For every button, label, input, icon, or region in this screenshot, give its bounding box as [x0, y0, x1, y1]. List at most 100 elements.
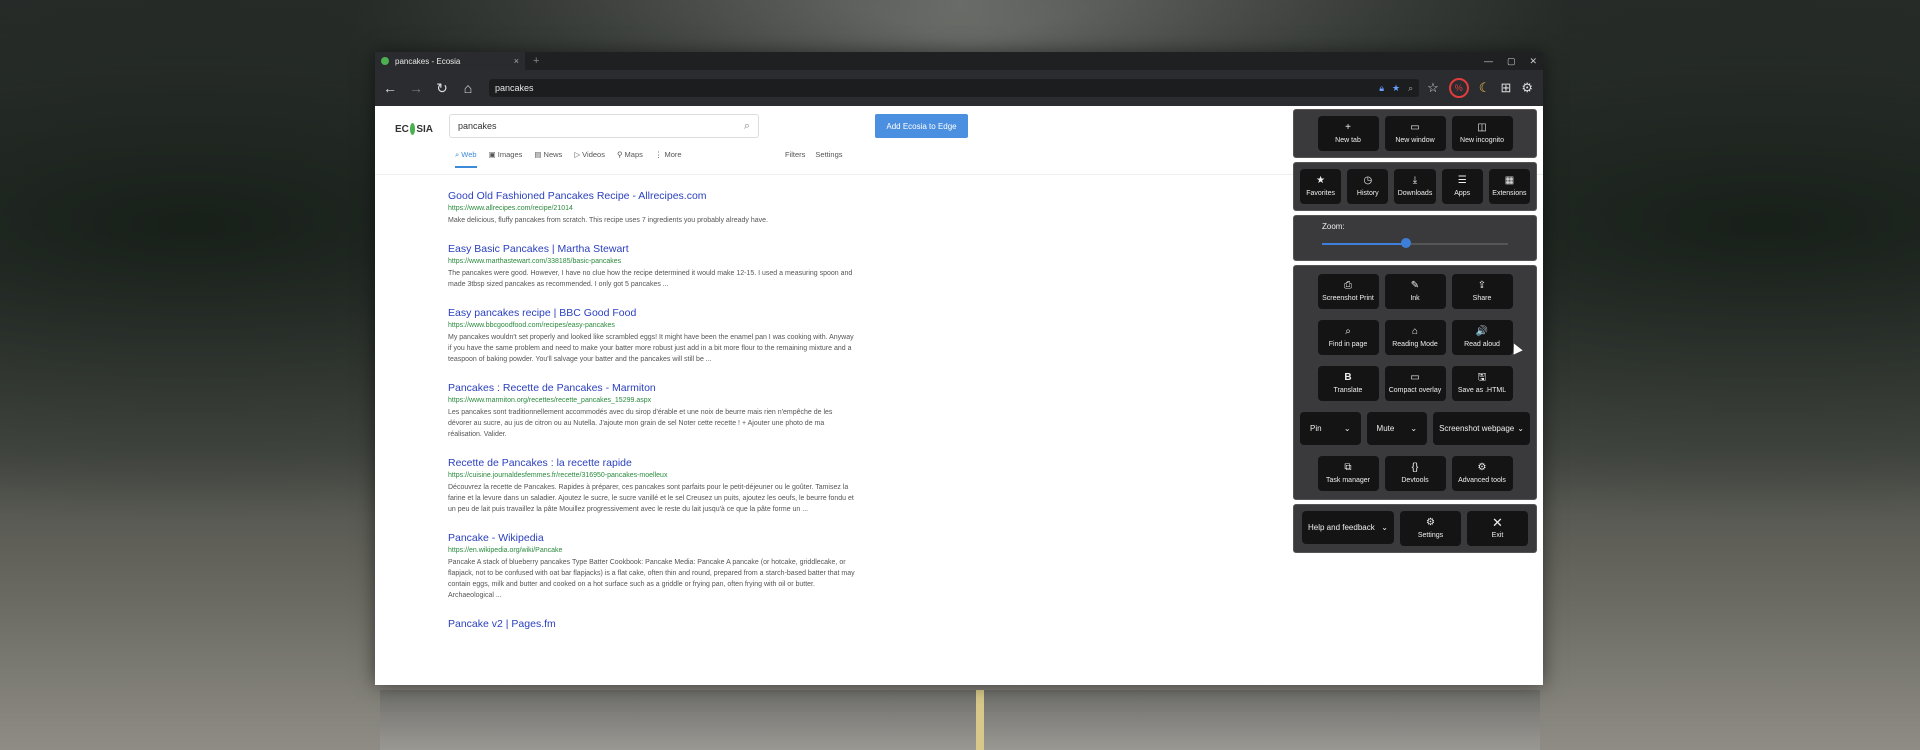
extensions-button[interactable]: ▦ Extensions — [1488, 169, 1531, 204]
menu-label: Find in page — [1328, 341, 1368, 348]
screenshot-webpage-dropdown[interactable]: Screenshot webpage ⌄ — [1433, 412, 1530, 445]
address-bar[interactable]: pancakes 🔒︎ ★ ⌕ — [489, 79, 1420, 97]
exit-button[interactable]: ✕ Exit — [1467, 511, 1528, 546]
share-icon: ⇪ — [1477, 280, 1487, 291]
menu-label: New tab — [1335, 137, 1361, 144]
menu-label: Translate — [1333, 387, 1363, 394]
magnifier-icon: ⌕ — [1345, 326, 1351, 337]
search-tabs: ⌕ Web ▣ Images ▤ News ▷ Videos ⚲ Maps ⋮ … — [455, 150, 682, 168]
close-window-button[interactable]: ✕ — [1529, 52, 1537, 70]
result-snippet: Pancake A stack of blueberry pancakes Ty… — [448, 559, 855, 599]
tab-close-icon[interactable]: × — [514, 56, 519, 66]
result-title[interactable]: Pancake v2 | Pages.fm — [448, 618, 856, 630]
result-title[interactable]: Good Old Fashioned Pancakes Recipe - All… — [448, 190, 856, 202]
tab-more[interactable]: ⋮ More — [655, 150, 682, 168]
printer-icon: ⎙ — [1344, 280, 1352, 291]
result-title[interactable]: Easy Basic Pancakes | Martha Stewart — [448, 243, 856, 255]
add-ecosia-button[interactable]: Add Ecosia to Edge — [875, 114, 968, 138]
tab-images[interactable]: ▣ Images — [489, 150, 523, 168]
home-icon[interactable]: ⌂ — [459, 80, 477, 96]
read-aloud-button[interactable]: 🔊 Read aloud — [1451, 320, 1513, 355]
minimize-button[interactable]: — — [1484, 52, 1493, 70]
chevron-down-icon: ⌄ — [1410, 424, 1418, 433]
menu-panel-zoom: Zoom: — [1293, 215, 1537, 261]
result-title[interactable]: Easy pancakes recipe | BBC Good Food — [448, 307, 856, 319]
favorite-star-icon[interactable]: ★ — [1392, 83, 1400, 94]
new-tab-button[interactable]: + — [533, 55, 539, 67]
zoom-knob[interactable] — [1400, 238, 1411, 248]
downloads-button[interactable]: ⤓ Downloads — [1394, 169, 1436, 204]
advanced-tools-button[interactable]: ⚙ Advanced tools — [1451, 456, 1513, 491]
speaker-icon: 🔊 — [1475, 326, 1489, 337]
new-window-button[interactable]: ▭ New window — [1384, 116, 1446, 151]
result-url[interactable]: https://www.marmiton.org/recettes/recett… — [448, 397, 856, 404]
tab-videos[interactable]: ▷ Videos — [574, 150, 605, 168]
search-icon[interactable]: ⌕ — [1408, 83, 1413, 94]
find-in-page-button[interactable]: ⌕ Find in page — [1317, 320, 1379, 355]
lock-icon[interactable]: 🔒︎ — [1379, 83, 1384, 94]
screenshot-print-button[interactable]: ⎙ Screenshot Print — [1317, 274, 1379, 309]
back-icon[interactable]: ← — [381, 80, 399, 96]
refresh-icon[interactable]: ↻ — [433, 80, 451, 97]
result-snippet: Make delicious, fluffy pancakes from scr… — [448, 217, 768, 224]
favorites-button[interactable]: ★ Favorites — [1300, 169, 1342, 204]
task-manager-button[interactable]: ⧉ Task manager — [1317, 456, 1379, 491]
search-input[interactable]: pancakes ⌕ — [449, 114, 759, 138]
search-icon[interactable]: ⌕ — [744, 120, 750, 133]
new-tab-menu-button[interactable]: + New tab — [1317, 116, 1379, 151]
road-background — [380, 690, 1540, 750]
search-result: Recette de Pancakes : la recette rapide … — [448, 457, 856, 515]
tab-maps-label: Maps — [624, 150, 643, 159]
history-button[interactable]: ◷ History — [1347, 169, 1389, 204]
search-result: Easy Basic Pancakes | Martha Stewart htt… — [448, 243, 856, 290]
result-title[interactable]: Pancakes : Recette de Pancakes - Marmito… — [448, 382, 856, 394]
maximize-button[interactable]: ▢ — [1507, 52, 1516, 70]
result-title[interactable]: Recette de Pancakes : la recette rapide — [448, 457, 856, 469]
browser-toolbar: ← → ↻ ⌂ pancakes 🔒︎ ★ ⌕ ☆ % ☾ ⊞ ⚙ — [375, 70, 1543, 106]
translate-button[interactable]: B Translate — [1317, 366, 1379, 401]
address-bar-icons: 🔒︎ ★ ⌕ — [1379, 83, 1413, 94]
tab-web-label: Web — [461, 150, 477, 159]
zoom-slider[interactable] — [1322, 238, 1508, 248]
result-url[interactable]: https://www.bbcgoodfood.com/recipes/easy… — [448, 322, 856, 329]
gear-icon[interactable]: ⚙ — [1521, 80, 1533, 96]
menu-label: Settings — [1417, 532, 1444, 539]
book-icon: ⌂ — [1411, 326, 1419, 337]
devtools-button[interactable]: {} Devtools — [1384, 456, 1446, 491]
window-controls: — ▢ ✕ — [1484, 52, 1537, 70]
result-snippet: Découvrez la recette de Pancakes. Rapide… — [448, 484, 854, 513]
result-url[interactable]: https://cuisine.journaldesfemmes.fr/rece… — [448, 472, 856, 479]
ink-button[interactable]: ✎ Ink — [1384, 274, 1446, 309]
settings-link[interactable]: Settings — [815, 150, 842, 159]
result-snippet: My pancakes wouldn't set properly and lo… — [448, 334, 854, 363]
pin-dropdown[interactable]: Pin ⌄ — [1300, 412, 1361, 445]
result-snippet: Les pancakes sont traditionnellement acc… — [448, 409, 833, 438]
share-button[interactable]: ⇪ Share — [1451, 274, 1513, 309]
result-url[interactable]: https://en.wikipedia.org/wiki/Pancake — [448, 547, 856, 554]
tab-news[interactable]: ▤ News — [534, 150, 562, 168]
moon-icon[interactable]: ☾ — [1479, 80, 1491, 96]
tab-maps[interactable]: ⚲ Maps — [617, 150, 643, 168]
mute-dropdown[interactable]: Mute ⌄ — [1366, 412, 1428, 445]
settings-button[interactable]: ⚙ Settings — [1400, 511, 1461, 546]
toolbar-icons: ☆ % ☾ ⊞ ⚙ — [1427, 78, 1533, 98]
new-incognito-button[interactable]: ◫ New incognito — [1451, 116, 1513, 151]
save-html-button[interactable]: 🖫 Save as .HTML — [1451, 366, 1513, 401]
ecosia-logo[interactable]: EC SIA — [395, 114, 433, 144]
tab-web[interactable]: ⌕ Web — [455, 150, 477, 168]
result-url[interactable]: https://www.marthastewart.com/338185/bas… — [448, 258, 856, 265]
favorites-list-icon[interactable]: ☆ — [1427, 80, 1439, 96]
help-feedback-dropdown[interactable]: Help and feedback ⌄ — [1302, 511, 1394, 544]
compact-overlay-button[interactable]: ▭ Compact overlay — [1384, 366, 1446, 401]
menu-label: Downloads — [1397, 190, 1433, 197]
result-url[interactable]: https://www.allrecipes.com/recipe/21014 — [448, 205, 856, 212]
result-title[interactable]: Pancake - Wikipedia — [448, 532, 856, 544]
apps-button[interactable]: ☰ Apps — [1441, 169, 1483, 204]
ecosia-favicon-icon — [381, 57, 389, 65]
browser-tab[interactable]: pancakes - Ecosia × — [375, 52, 525, 70]
filters-link[interactable]: Filters — [785, 150, 805, 159]
blocked-extension-icon[interactable]: % — [1448, 78, 1469, 98]
apps-grid-icon[interactable]: ⊞ — [1500, 80, 1511, 96]
forward-icon[interactable]: → — [407, 80, 425, 96]
reading-mode-button[interactable]: ⌂ Reading Mode — [1384, 320, 1446, 355]
